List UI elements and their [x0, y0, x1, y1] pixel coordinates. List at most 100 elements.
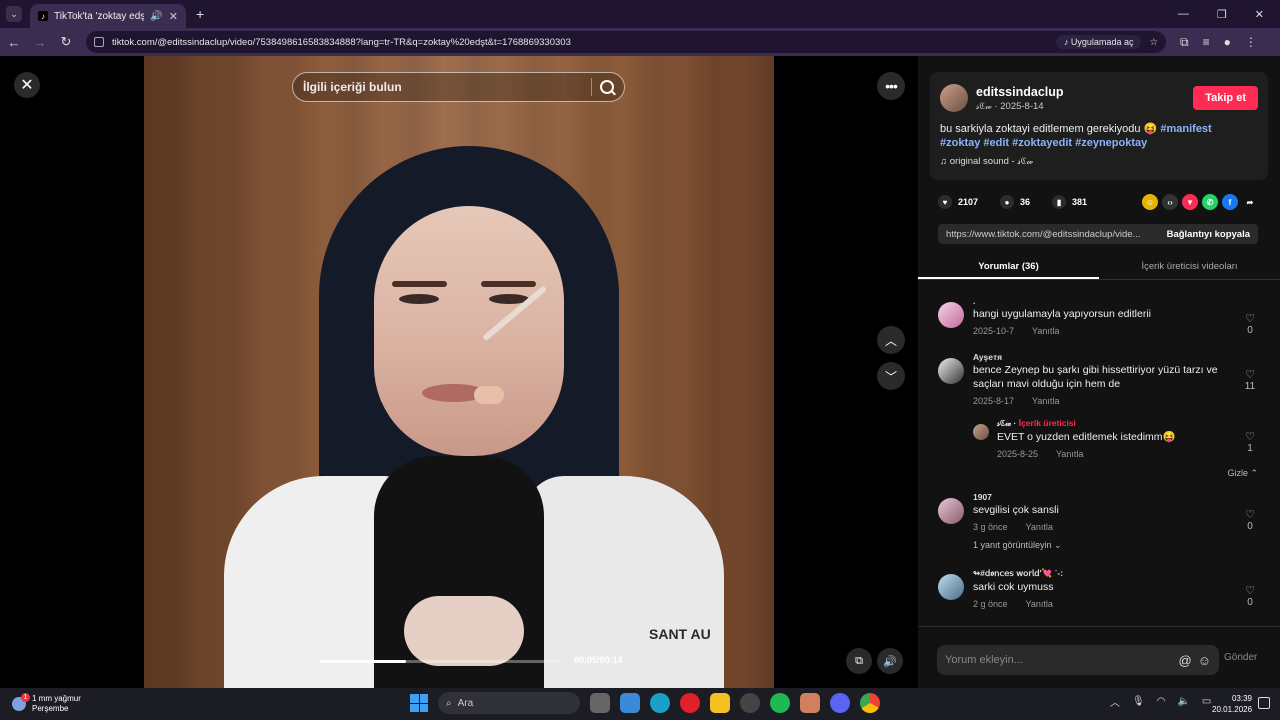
volume-tray-icon[interactable]: 🔈: [1177, 696, 1189, 707]
follow-button[interactable]: Takip et: [1193, 86, 1258, 110]
battery-icon[interactable]: ▭: [1202, 696, 1211, 707]
author-name[interactable]: editssindaclup: [976, 85, 1064, 99]
weather-widget[interactable]: 1 mm yağmur Perşembe: [12, 693, 81, 714]
comment-action[interactable]: ● 36: [1000, 195, 1030, 209]
browser-tab[interactable]: ♪ TikTok'ta 'zoktay edşt' bulu 🔊 ✕: [30, 4, 186, 28]
send-comment-button[interactable]: Gönder: [1224, 652, 1257, 663]
wifi-icon[interactable]: ◠: [1157, 696, 1166, 707]
search-icon[interactable]: [600, 80, 614, 94]
copy-link-button[interactable]: Bağlantıyı kopyala: [1159, 229, 1258, 240]
forward-icon[interactable]: →: [28, 35, 52, 50]
facebook-icon[interactable]: f: [1222, 194, 1238, 210]
reply-link[interactable]: Yanıtla: [1026, 599, 1053, 609]
file-explorer-icon[interactable]: [710, 693, 730, 713]
embed-icon[interactable]: ‹›: [1162, 194, 1178, 210]
tab-search-icon[interactable]: ⌄: [6, 6, 22, 22]
comment-like[interactable]: ♡ 0: [1240, 584, 1260, 608]
comment-username[interactable]: ↬#𝖽𝖔𝗇𝖼𝖾𝗌 𝗐𝗈𝗋𝗅𝖽'💘 ˙-:: [973, 568, 1223, 579]
tab-close-icon[interactable]: ✕: [169, 10, 178, 23]
reload-icon[interactable]: ↻: [54, 34, 78, 50]
browser-menu-icon[interactable]: ⋮: [1245, 35, 1257, 50]
tab-comments[interactable]: Yorumlar (36): [918, 256, 1099, 279]
comment-input[interactable]: [945, 654, 1173, 666]
save-action[interactable]: ▮ 381: [1052, 195, 1087, 209]
hashtag-links[interactable]: #zoktay #edit #zoktayedit #zeynepoktay: [940, 137, 1147, 149]
widgets-icon[interactable]: [620, 693, 640, 713]
discord-icon[interactable]: [830, 693, 850, 713]
edge-browser-icon[interactable]: [650, 693, 670, 713]
profile-avatar-icon[interactable]: ●: [1224, 35, 1231, 50]
hide-replies-link[interactable]: Gizle ⌃: [1227, 468, 1258, 479]
microphone-icon[interactable]: 🎙: [1132, 696, 1145, 707]
related-search-input[interactable]: [303, 80, 583, 94]
reply-link[interactable]: Yanıtla: [1056, 449, 1083, 459]
video-player[interactable]: SANT AU: [144, 56, 774, 688]
mention-icon[interactable]: @: [1179, 653, 1192, 668]
open-in-app-button[interactable]: ♪ Uygulamada aç: [1055, 35, 1142, 49]
new-tab-icon[interactable]: +: [196, 6, 204, 22]
commenter-avatar[interactable]: [938, 358, 964, 384]
close-video-button[interactable]: ✕: [14, 72, 40, 98]
site-info-icon[interactable]: [94, 37, 104, 47]
app-icon[interactable]: [740, 693, 760, 713]
comment-username[interactable]: 1907: [973, 492, 1223, 502]
omnibox[interactable]: tiktok.com/@editssindaclup/video/7538498…: [86, 31, 1166, 53]
notification-icon[interactable]: [1258, 697, 1270, 709]
tab-creator-videos[interactable]: İçerik üreticisi videoları: [1099, 256, 1280, 279]
comment-like[interactable]: ♡ 11: [1240, 368, 1260, 392]
comment-like[interactable]: ♡ 1: [1240, 430, 1260, 454]
window-close-icon[interactable]: ✕: [1255, 8, 1264, 21]
video-frame-face: [374, 206, 564, 456]
volume-button[interactable]: 🔊: [877, 648, 903, 674]
reply-link[interactable]: Yanıtla: [1032, 396, 1059, 406]
creator-avatar[interactable]: [973, 424, 989, 440]
view-replies-link[interactable]: 1 yanıt görüntüleyin ⌄: [973, 540, 1223, 551]
audio-playing-icon[interactable]: 🔊: [150, 11, 162, 22]
repost-icon[interactable]: ☺: [1142, 194, 1158, 210]
minimize-icon[interactable]: —: [1178, 8, 1189, 21]
comment-input-wrapper[interactable]: @ ☺: [937, 645, 1219, 675]
original-sound-link[interactable]: ♫ original sound - 𝓈ℭ𝓌: [940, 156, 1258, 167]
reply-link[interactable]: Yanıtla: [1032, 326, 1059, 336]
whatsapp-icon[interactable]: ✆: [1202, 194, 1218, 210]
commenter-avatar[interactable]: [938, 302, 964, 328]
windows-start-icon[interactable]: [410, 694, 428, 712]
commenter-avatar[interactable]: [938, 498, 964, 524]
reply-link[interactable]: Yanıtla: [1026, 522, 1053, 532]
url-text[interactable]: tiktok.com/@editssindaclup/video/7538498…: [112, 37, 1048, 48]
comment-like[interactable]: ♡ 0: [1240, 508, 1260, 532]
restore-icon[interactable]: ❐: [1217, 8, 1227, 21]
comment-username[interactable]: .: [973, 296, 1223, 306]
system-clock[interactable]: 03:39 20.01.2026: [1212, 693, 1252, 715]
share-arrow-icon[interactable]: ➦: [1242, 194, 1258, 210]
send-to-friends-icon[interactable]: ▼: [1182, 194, 1198, 210]
bookmark-star-icon[interactable]: ☆: [1149, 37, 1158, 48]
share-url[interactable]: https://www.tiktok.com/@editssindaclup/v…: [938, 229, 1159, 240]
tray-chevron-icon[interactable]: ︿: [1110, 694, 1120, 709]
related-content-search[interactable]: [292, 72, 625, 102]
commenter-avatar[interactable]: [938, 574, 964, 600]
task-view-icon[interactable]: [590, 693, 610, 713]
reply-username[interactable]: 𝓈ℭ𝓌 ·: [997, 418, 1016, 428]
photos-icon[interactable]: [800, 693, 820, 713]
back-icon[interactable]: ←: [2, 35, 26, 50]
floating-player-button[interactable]: ⧉: [846, 648, 872, 674]
comment-like[interactable]: ♡ 0: [1240, 312, 1260, 336]
hashtag-link[interactable]: #manifest: [1160, 123, 1211, 135]
emoji-icon[interactable]: ☺: [1198, 653, 1211, 668]
reading-list-icon[interactable]: ≡: [1203, 35, 1210, 50]
spotify-icon[interactable]: [770, 693, 790, 713]
author-avatar[interactable]: [940, 84, 968, 112]
comment-text: sarki cok uymuss: [973, 581, 1054, 593]
next-video-button[interactable]: ﹀: [877, 362, 905, 390]
opera-icon[interactable]: [680, 693, 700, 713]
previous-video-button[interactable]: ︿: [877, 326, 905, 354]
taskbar-search[interactable]: ⌕ Ara: [438, 692, 580, 714]
extensions-icon[interactable]: ⧉: [1180, 35, 1189, 50]
chrome-icon[interactable]: [860, 693, 880, 713]
video-progress-bar[interactable]: [320, 660, 560, 663]
like-action[interactable]: ♥ 2107: [938, 195, 978, 209]
video-frame-brow: [481, 281, 536, 287]
comment-username[interactable]: Ayşeтя: [973, 352, 1223, 362]
more-options-button[interactable]: •••: [877, 72, 905, 100]
